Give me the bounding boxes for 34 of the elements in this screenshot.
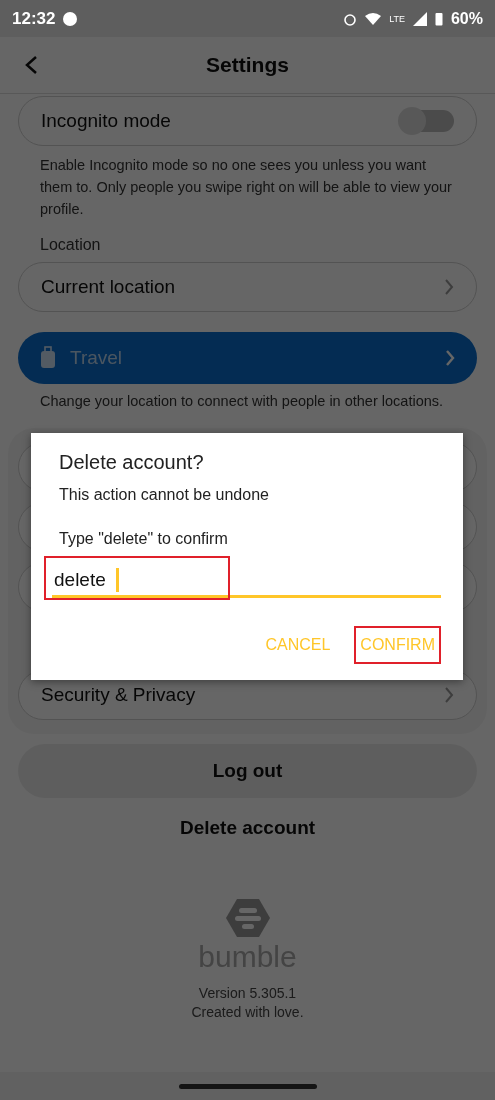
dialog-message: This action cannot be undone [59,486,270,504]
page-title: Settings [206,53,289,77]
status-time: 12:32 [12,8,56,29]
text-cursor [116,568,119,592]
wifi-icon [365,12,382,25]
chevron-icon [444,278,454,296]
row-label: Security & Privacy [41,684,196,706]
version-text: Version 5.305.1 [198,984,297,1003]
travel-row[interactable]: Travel [18,332,477,384]
tagline: Created with love. [191,1003,304,1022]
alarm-icon [343,11,358,26]
section-heading: Location [40,236,102,254]
row-label: Incognito mode [41,110,171,132]
dialog-title: Delete account? [59,451,205,474]
incognito-row[interactable]: Incognito mode [18,96,477,146]
log-out-button[interactable]: Log out [18,744,477,798]
incognito-description: Enable Incognito mode so no one sees you unless you want them to. Only people you swipe right on will be able to view your profile. [40,156,453,219]
chevron-icon [444,686,454,704]
incognito-toggle[interactable] [400,110,454,132]
battery-icon [434,11,443,26]
battery-level: 60% [450,9,483,28]
row-label: Current location [41,276,176,298]
chevron-icon [445,349,455,367]
row-label: Travel [70,347,123,369]
current-location-row[interactable]: Current location [18,262,477,312]
logo-icon [224,898,271,938]
delete-account-button[interactable]: Delete account [173,816,322,840]
dialog-prompt: Type "delete" to confirm [59,530,229,548]
signal-icon [412,11,427,26]
back-icon[interactable] [24,55,38,75]
network-label: LTE [389,13,405,24]
home-handle[interactable] [178,1083,317,1089]
travel-description: Change your location to connect with people in other locations. [40,392,445,411]
suitcase-icon [40,346,56,370]
